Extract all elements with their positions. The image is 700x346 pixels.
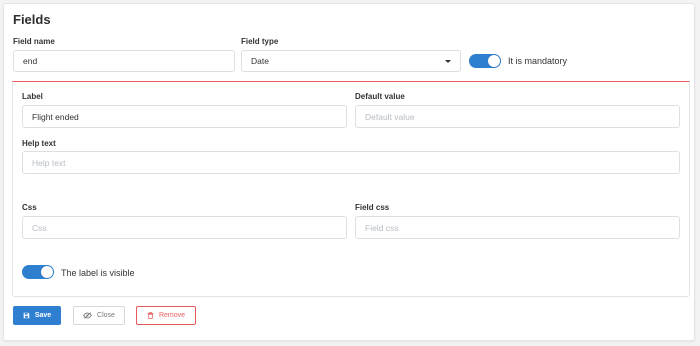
label-visible-label: The label is visible: [61, 268, 135, 278]
label-label: Label: [22, 92, 43, 101]
toggle-knob: [488, 55, 500, 67]
mandatory-label: It is mandatory: [508, 56, 568, 66]
default-value-label: Default value: [355, 92, 405, 101]
remove-button[interactable]: Remove: [136, 306, 196, 325]
trash-icon: [147, 312, 154, 319]
field-name-label: Field name: [13, 37, 55, 46]
field-type-select[interactable]: Date: [241, 50, 461, 72]
help-text-label: Help text: [22, 139, 56, 148]
page-title: Fields: [13, 12, 51, 27]
floppy-disk-icon: [23, 312, 30, 319]
field-css-label: Field css: [355, 203, 390, 212]
css-input[interactable]: Css: [22, 216, 347, 239]
label-visible-toggle[interactable]: [22, 265, 54, 279]
field-name-input[interactable]: end: [13, 50, 235, 72]
label-input[interactable]: Flight ended: [22, 105, 347, 128]
field-type-label: Field type: [241, 37, 279, 46]
save-button[interactable]: Save: [13, 306, 61, 325]
default-value-input[interactable]: Default value: [355, 105, 680, 128]
close-button-label: Close: [97, 312, 115, 319]
fields-card: Fields Field name end Field type Date It…: [3, 3, 695, 341]
css-label: Css: [22, 203, 37, 212]
field-type-value: Date: [251, 56, 269, 66]
help-text-input[interactable]: Help text: [22, 151, 680, 174]
caret-down-icon: [445, 59, 451, 63]
remove-button-label: Remove: [158, 312, 186, 319]
toggle-knob: [41, 266, 53, 278]
eye-slash-icon: [83, 312, 92, 319]
save-button-label: Save: [34, 312, 52, 319]
mandatory-toggle[interactable]: [469, 54, 501, 68]
field-css-input[interactable]: Field css: [355, 216, 680, 239]
close-button[interactable]: Close: [73, 306, 125, 325]
